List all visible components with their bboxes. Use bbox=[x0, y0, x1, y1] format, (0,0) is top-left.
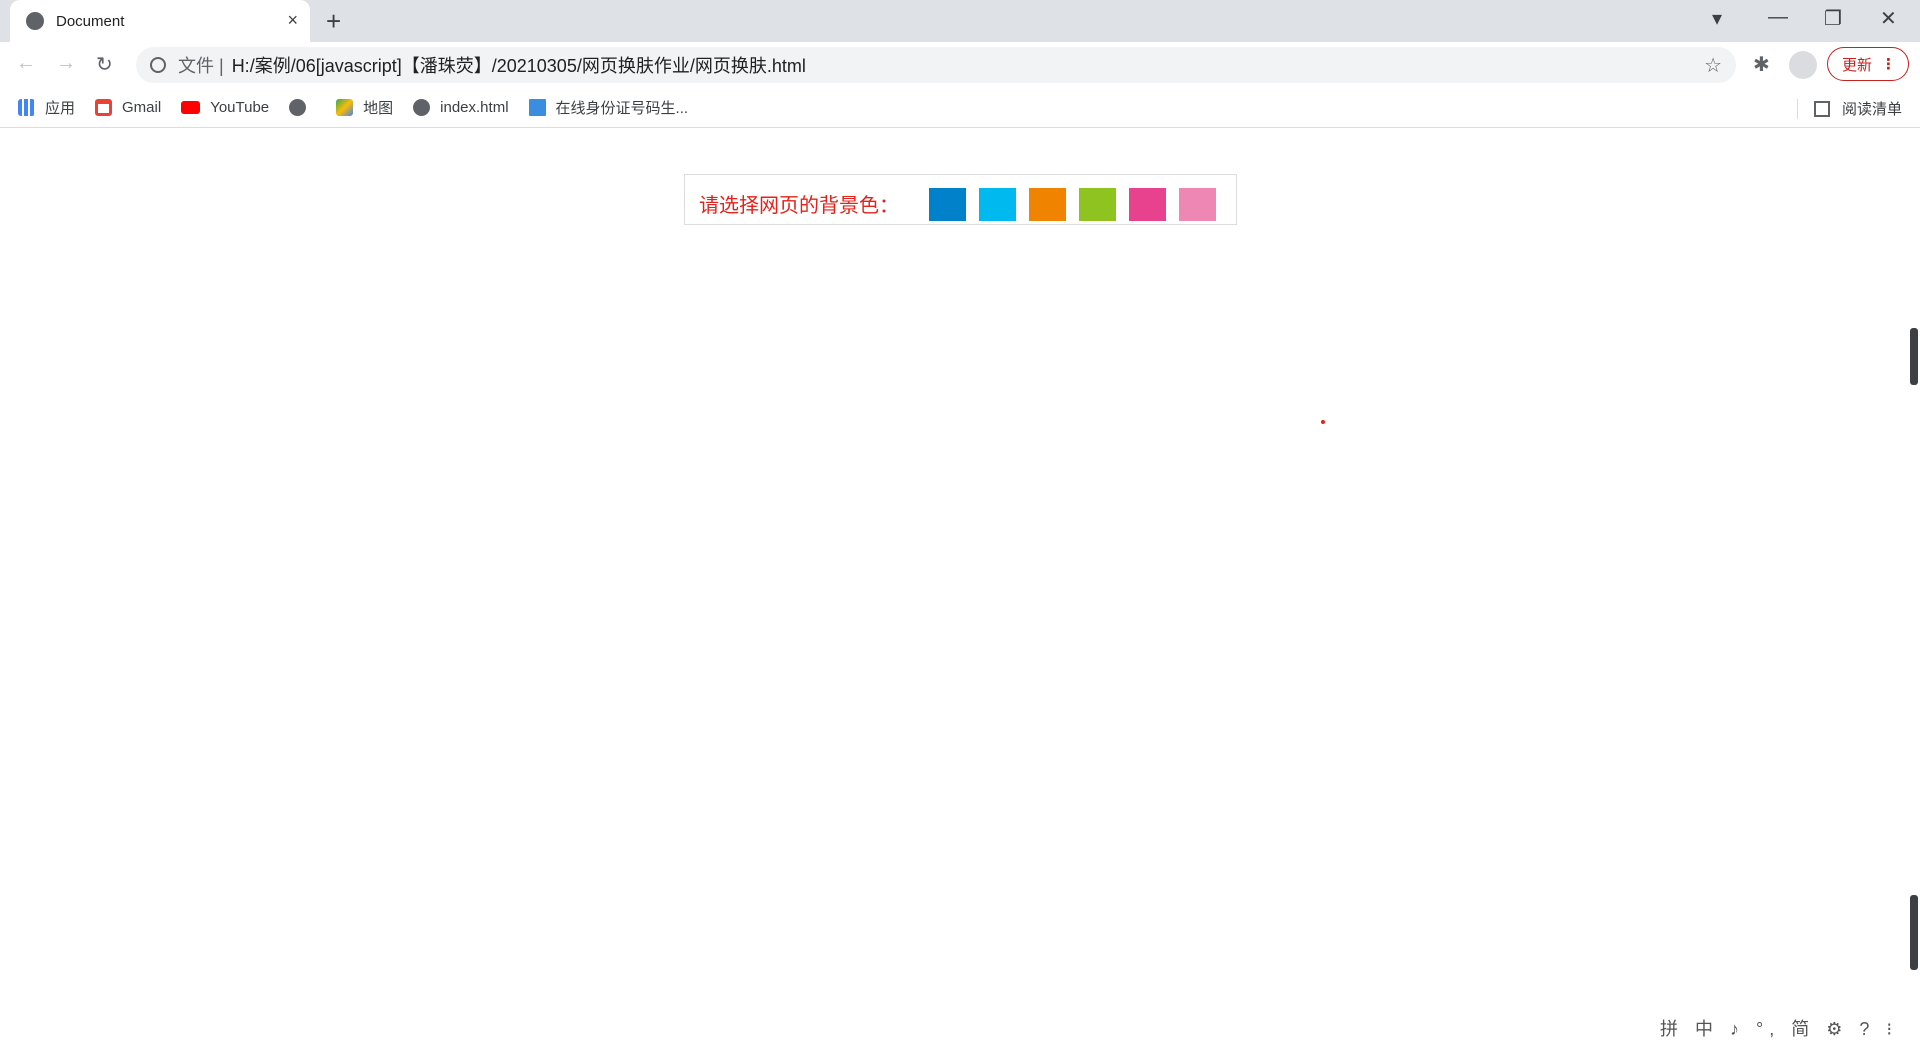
globe-icon bbox=[413, 99, 431, 116]
swatch-green[interactable] bbox=[1079, 188, 1116, 221]
bookmark-gmail[interactable]: Gmail bbox=[95, 99, 161, 116]
globe-icon bbox=[289, 99, 307, 116]
apps-grid-icon bbox=[18, 99, 35, 116]
bookmark-id-generator[interactable]: 在线身份证号码生... bbox=[528, 97, 689, 118]
bookmark-label: 应用 bbox=[45, 100, 76, 117]
toolbar: ← → ↻ 文件 | H:/案例/06[javascript]【潘珠荧】/202… bbox=[0, 42, 1920, 88]
cha-icon bbox=[528, 99, 546, 116]
bookmark-youtube[interactable]: YouTube bbox=[181, 99, 269, 116]
globe-icon bbox=[26, 12, 44, 30]
tab-title: Document bbox=[56, 12, 125, 30]
swatch-pink[interactable] bbox=[1129, 188, 1166, 221]
new-tab-button[interactable]: + bbox=[326, 6, 341, 37]
bookmark-label: 地图 bbox=[363, 100, 394, 117]
reading-list-label: 阅读清单 bbox=[1841, 101, 1902, 118]
reading-list-icon bbox=[1813, 100, 1830, 117]
bookmark-label: 在线身份证号码生... bbox=[555, 100, 689, 117]
youtube-icon bbox=[181, 101, 201, 114]
restore-button[interactable]: ❐ bbox=[1824, 6, 1842, 31]
update-button[interactable]: 更新 ⋮ bbox=[1827, 47, 1909, 81]
ime-toolbar[interactable]: 拼 中 ♪ °, 简 ⚙ ? ⁝ bbox=[1660, 1015, 1898, 1041]
skin-selector: 请选择网页的背景色： bbox=[684, 174, 1237, 225]
close-window-button[interactable]: ✕ bbox=[1880, 6, 1897, 31]
reading-list-button[interactable]: 阅读清单 bbox=[1796, 98, 1902, 119]
tab-search-button[interactable]: ▾ bbox=[1712, 6, 1722, 31]
file-label: 文件 | bbox=[178, 56, 224, 76]
swatch-light-pink[interactable] bbox=[1179, 188, 1216, 221]
bookmark-apps[interactable]: 应用 bbox=[18, 97, 75, 118]
maps-icon bbox=[336, 99, 354, 116]
close-tab-button[interactable]: × bbox=[287, 10, 298, 31]
bookmark-label: YouTube bbox=[210, 99, 270, 116]
bookmark-star-icon[interactable]: ☆ bbox=[1704, 53, 1722, 78]
bookmark-index[interactable]: index.html bbox=[413, 99, 509, 116]
bookmark-label: Gmail bbox=[122, 99, 162, 116]
url-text[interactable]: H:/案例/06[javascript]【潘珠荧】/20210305/网页换肤作… bbox=[232, 52, 806, 78]
scroll-handle[interactable] bbox=[1910, 328, 1918, 385]
swatch-blue[interactable] bbox=[929, 188, 966, 221]
address-bar[interactable]: 文件 | H:/案例/06[javascript]【潘珠荧】/20210305/… bbox=[136, 47, 1736, 83]
forward-button[interactable]: → bbox=[56, 52, 76, 75]
reload-button[interactable]: ↻ bbox=[96, 52, 113, 77]
back-button[interactable]: ← bbox=[16, 52, 36, 75]
bookmarks-bar: 应用 Gmail YouTube 地图 index.html 在线身份证号码生.… bbox=[0, 88, 1920, 128]
profile-avatar[interactable] bbox=[1789, 51, 1817, 79]
info-icon[interactable] bbox=[150, 57, 166, 73]
gmail-icon bbox=[95, 99, 113, 116]
divider bbox=[1796, 98, 1798, 119]
tab-bar: Document × + ▾ — ❐ ✕ bbox=[0, 0, 1920, 42]
skin-prompt: 请选择网页的背景色： bbox=[699, 195, 899, 217]
menu-icon[interactable]: ⋮ bbox=[1881, 55, 1896, 73]
tab-document[interactable]: Document × bbox=[10, 0, 310, 42]
bookmark-label: index.html bbox=[440, 99, 509, 116]
swatch-cyan[interactable] bbox=[979, 188, 1016, 221]
swatch-orange[interactable] bbox=[1029, 188, 1066, 221]
update-label: 更新 bbox=[1842, 56, 1873, 74]
scroll-handle-lower[interactable] bbox=[1910, 895, 1918, 970]
bookmark-globe[interactable] bbox=[289, 99, 316, 116]
extensions-icon[interactable]: ✱ bbox=[1753, 52, 1770, 77]
minimize-button[interactable]: — bbox=[1768, 6, 1788, 29]
cursor-dot bbox=[1321, 420, 1325, 424]
bookmark-maps[interactable]: 地图 bbox=[336, 97, 393, 118]
